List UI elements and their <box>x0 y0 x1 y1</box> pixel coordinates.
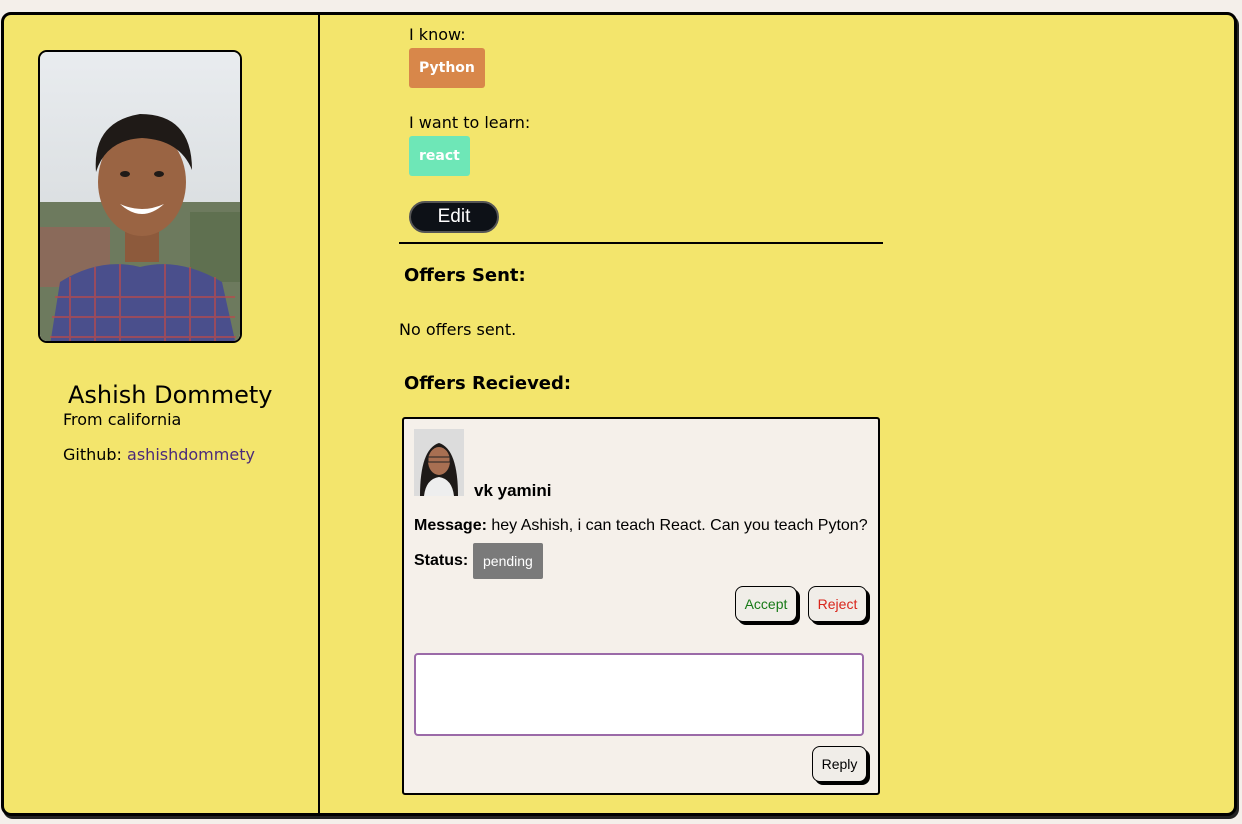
profile-page: Ashish Dommety From california Github: a… <box>1 12 1237 816</box>
offer-message: Message: hey Ashish, i can teach React. … <box>414 517 868 535</box>
sender-avatar <box>414 429 464 496</box>
sender-name: vk yamini <box>474 481 552 500</box>
github-link[interactable]: ashishdommety <box>127 445 255 464</box>
github-row: Github: ashishdommety <box>63 445 255 464</box>
message-label: Message: <box>414 517 487 534</box>
learn-label: I want to learn: <box>409 113 531 132</box>
profile-photo <box>38 50 242 343</box>
know-label: I know: <box>409 25 466 44</box>
offers-sent-title: Offers Sent: <box>404 265 526 286</box>
offer-card: vk yamini Message: hey Ashish, i can tea… <box>402 417 880 795</box>
edit-button[interactable]: Edit <box>409 201 499 233</box>
status-label: Status: <box>414 552 469 569</box>
offers-received-title: Offers Recieved: <box>404 373 572 394</box>
skill-chip-python: Python <box>409 48 485 88</box>
message-text: hey Ashish, i can teach React. Can you t… <box>486 517 868 534</box>
reply-input[interactable] <box>414 653 864 736</box>
status-badge: pending <box>473 543 543 579</box>
accept-button[interactable]: Accept <box>735 586 797 622</box>
profile-location: From california <box>63 410 182 429</box>
profile-name: Ashish Dommety <box>68 381 273 409</box>
reply-button[interactable]: Reply <box>812 746 867 782</box>
skill-chip-react: react <box>409 136 470 176</box>
no-offers-text: No offers sent. <box>399 320 517 339</box>
column-divider <box>318 15 320 813</box>
github-label: Github: <box>63 445 128 464</box>
section-divider <box>399 242 883 244</box>
reject-button[interactable]: Reject <box>808 586 867 622</box>
